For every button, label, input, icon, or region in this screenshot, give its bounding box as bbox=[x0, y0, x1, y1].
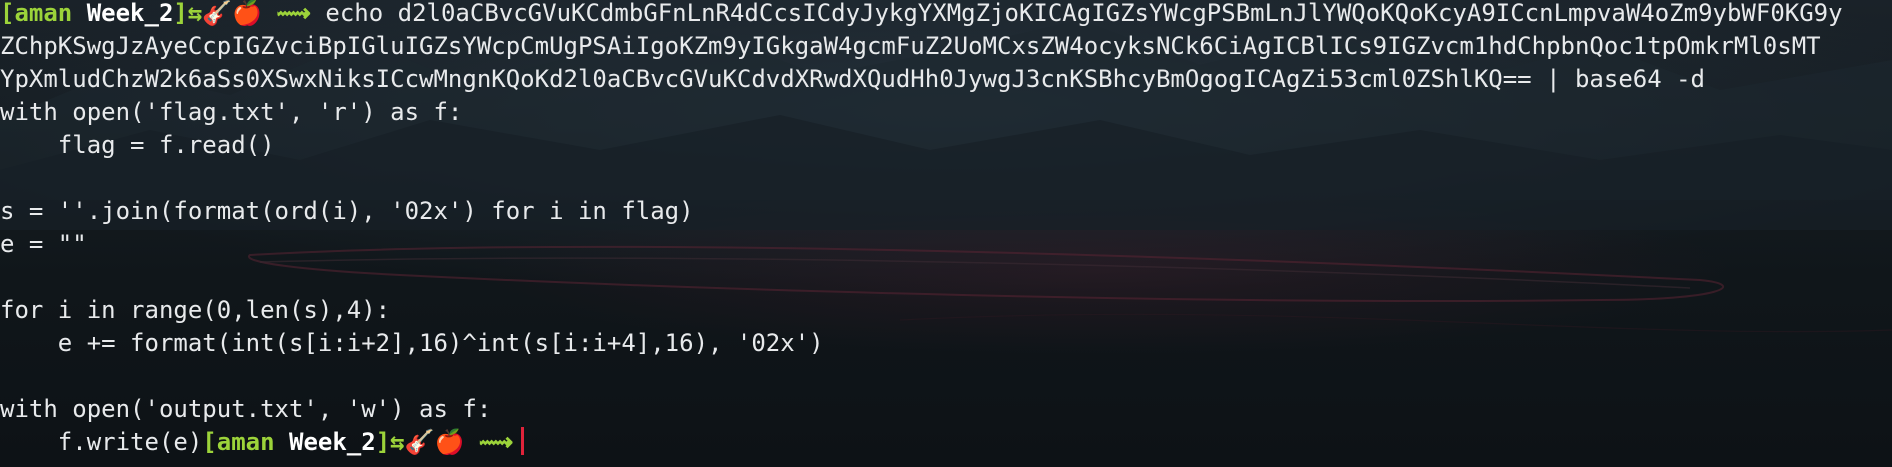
output-blank-line bbox=[0, 360, 1892, 393]
prompt-arrow-icon: ⟿ bbox=[478, 428, 514, 456]
output-last-line: f.write(e) bbox=[0, 428, 203, 456]
prompt-bracket-close: ] bbox=[173, 0, 188, 27]
terminal-content: [aman Week_2]⇆🎸🍎 ⟿ echo d2l0aCBvcGVuKCdm… bbox=[0, 0, 1892, 459]
output-line: e += format(int(s[i:i+2],16)^int(s[i:i+4… bbox=[0, 329, 824, 357]
prompt-dir: Week_2 bbox=[86, 0, 174, 27]
prompt-line-2: f.write(e)[aman Week_2]⇆🎸🍎 ⟿ bbox=[0, 426, 1892, 459]
prompt-bracket-close: ] bbox=[375, 428, 391, 456]
output-line: flag = f.read() bbox=[0, 131, 275, 159]
output-blank-line bbox=[0, 261, 1892, 294]
output-line: e = "" bbox=[0, 230, 87, 258]
prompt-user: aman bbox=[14, 0, 73, 27]
prompt-arrow-icon: ⟿ bbox=[276, 0, 311, 27]
command-text-3: YpXmludChzW2k6aSs0XSwxNiksICcwMngnKQoKd2… bbox=[0, 65, 1706, 93]
prompt-icons: ⇆🎸🍎 bbox=[390, 428, 465, 456]
output-line: for i in range(0,len(s),4): bbox=[0, 296, 391, 324]
text-cursor[interactable] bbox=[521, 427, 525, 455]
prompt-user: aman bbox=[216, 428, 275, 456]
prompt-line-1: [aman Week_2]⇆🎸🍎 ⟿ echo d2l0aCBvcGVuKCdm… bbox=[0, 0, 1892, 30]
terminal-window[interactable]: [aman Week_2]⇆🎸🍎 ⟿ echo d2l0aCBvcGVuKCdm… bbox=[0, 0, 1892, 467]
prompt-bracket-open: [ bbox=[202, 428, 217, 456]
output-line: with open('output.txt', 'w') as f: bbox=[0, 395, 492, 423]
prompt-bracket-open: [ bbox=[0, 0, 15, 27]
command-text-1: echo d2l0aCBvcGVuKCdmbGFnLnR4dCcsICdyJyk… bbox=[325, 0, 1843, 27]
command-text-2: ZChpKSwgJzAyeCcpIGZvciBpIGluIGZsYWcpCmUg… bbox=[0, 32, 1821, 60]
output-line: s = ''.join(format(ord(i), '02x') for i … bbox=[0, 197, 694, 225]
output-line: with open('flag.txt', 'r') as f: bbox=[0, 98, 463, 126]
prompt-dir: Week_2 bbox=[289, 428, 376, 456]
prompt-icons: ⇆🎸🍎 bbox=[187, 0, 263, 27]
output-blank-line bbox=[0, 162, 1892, 195]
